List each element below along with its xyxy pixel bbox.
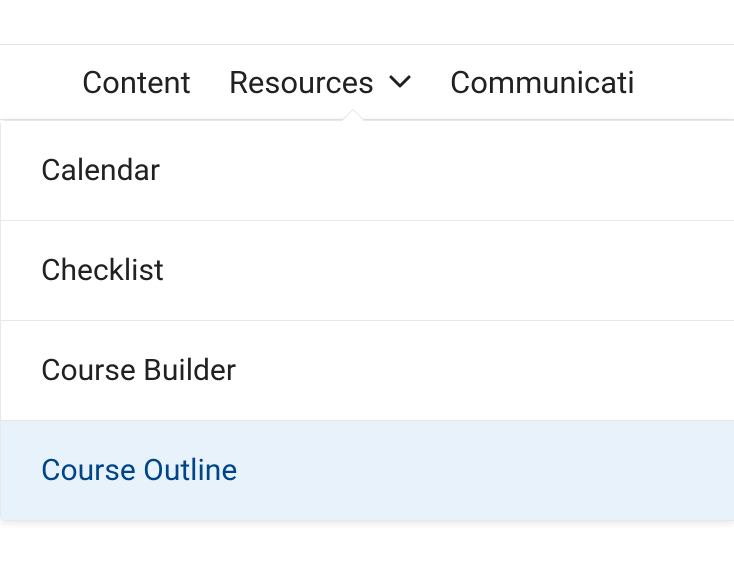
dropdown-item-calendar[interactable]: Calendar — [1, 121, 734, 221]
dropdown-item-label: Course Outline — [41, 453, 237, 488]
dropdown-item-label: Course Builder — [41, 353, 236, 388]
dropdown-arrow — [341, 109, 365, 121]
top-spacer — [0, 0, 734, 44]
nav-item-resources[interactable]: Resources — [229, 64, 412, 101]
nav-item-content[interactable]: Content — [82, 64, 191, 101]
dropdown-item-course-builder[interactable]: Course Builder — [1, 321, 734, 421]
dropdown-item-label: Calendar — [41, 153, 160, 188]
dropdown-item-checklist[interactable]: Checklist — [1, 221, 734, 321]
main-nav: Content Resources Communicati — [0, 44, 734, 120]
resources-dropdown: Calendar Checklist Course Builder Course… — [0, 120, 734, 521]
nav-label: Resources — [229, 64, 374, 101]
nav-label: Communicati — [450, 64, 635, 101]
chevron-down-icon — [388, 70, 412, 94]
dropdown-item-course-outline[interactable]: Course Outline — [1, 421, 734, 520]
nav-label: Content — [82, 64, 191, 101]
nav-item-communication[interactable]: Communicati — [450, 64, 635, 101]
dropdown-item-label: Checklist — [41, 253, 164, 288]
